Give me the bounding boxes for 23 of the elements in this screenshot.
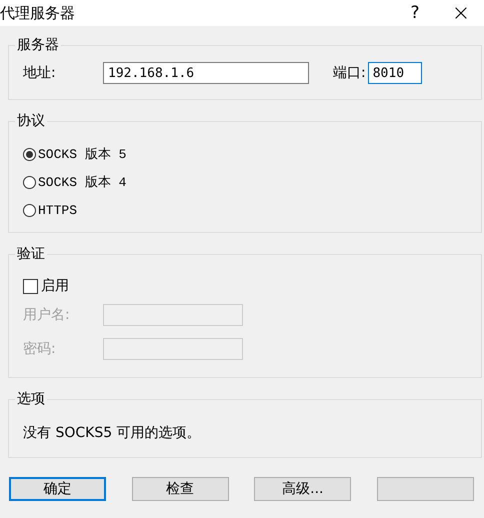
address-label: 地址: bbox=[23, 64, 57, 82]
radio-option[interactable]: SOCKS 版本 4 bbox=[23, 168, 126, 196]
address-field[interactable]: 192.168.1.6 bbox=[103, 62, 309, 84]
close-button[interactable]: × bbox=[438, 0, 484, 26]
radio-option[interactable]: HTTPS bbox=[23, 196, 78, 224]
checkbox-label: 启用 bbox=[41, 277, 69, 295]
group-title: 验证 bbox=[16, 245, 46, 263]
options-message: 没有 SOCKS5 可用的选项。 bbox=[23, 424, 202, 442]
field-label: 密码: bbox=[23, 340, 57, 358]
window-title: 代理服务器 bbox=[0, 4, 75, 22]
port-field[interactable]: 8010 bbox=[368, 62, 422, 84]
dialog-button[interactable] bbox=[376, 477, 474, 501]
group-title: 选项 bbox=[16, 390, 46, 408]
field-label: 用户名: bbox=[23, 306, 71, 324]
dialog-button[interactable]: 检查 bbox=[132, 477, 229, 501]
group-title: 协议 bbox=[16, 112, 46, 130]
group-title: 服务器 bbox=[16, 36, 60, 54]
help-button[interactable]: ? bbox=[392, 0, 438, 26]
dialog-button[interactable]: 高级... bbox=[254, 477, 352, 501]
port-label: 端口: bbox=[333, 64, 366, 82]
dialog-button[interactable]: 确定 bbox=[9, 477, 106, 501]
checkbox[interactable] bbox=[23, 278, 38, 294]
radio-option[interactable]: SOCKS 版本 5 bbox=[23, 140, 126, 168]
